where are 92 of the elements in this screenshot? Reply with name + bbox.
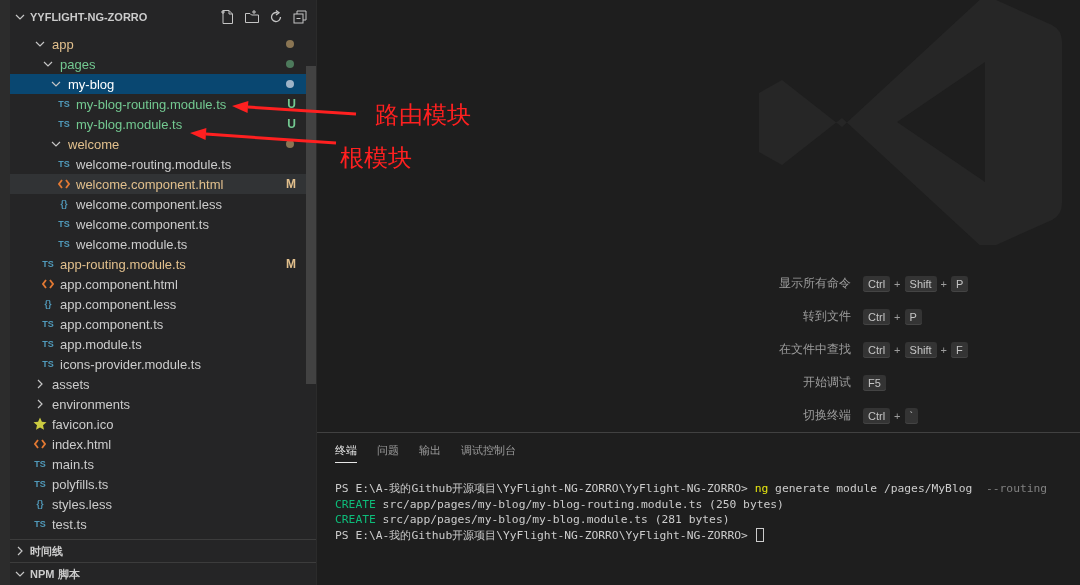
code-brackets-icon <box>42 279 54 289</box>
code-brackets-icon <box>34 439 46 449</box>
section-header[interactable]: 时间线 <box>10 539 316 562</box>
star-icon <box>33 417 47 431</box>
keyboard-key: Ctrl <box>863 308 891 325</box>
annotation-label: 根模块 <box>340 143 412 173</box>
git-status-label: U <box>287 97 296 111</box>
file-item[interactable]: TS main.ts <box>10 454 306 474</box>
new-folder-icon[interactable] <box>244 9 260 25</box>
file-item[interactable]: TS app-routing.module.ts M <box>10 254 306 274</box>
typescript-file-icon: TS <box>42 259 54 269</box>
new-file-icon[interactable] <box>220 9 236 25</box>
braces-file-icon: {} <box>44 299 52 309</box>
braces-file-icon: {} <box>60 199 68 209</box>
keyboard-key: F <box>951 341 968 358</box>
file-item[interactable]: TS test.ts <box>10 514 306 534</box>
file-item[interactable]: TS welcome.component.ts <box>10 214 306 234</box>
file-item[interactable]: {} app.component.less <box>10 294 306 314</box>
braces-file-icon: {} <box>36 499 44 509</box>
typescript-file-icon: TS <box>58 159 70 169</box>
file-item[interactable]: {} styles.less <box>10 494 306 514</box>
folder-item[interactable]: app <box>10 34 306 54</box>
file-item[interactable]: app.component.html <box>10 274 306 294</box>
panel-tab[interactable]: 终端 <box>335 439 357 463</box>
keyboard-key: Ctrl <box>863 275 891 292</box>
typescript-file-icon: TS <box>58 219 70 229</box>
folder-item[interactable]: welcome <box>10 134 306 154</box>
typescript-file-icon: TS <box>42 339 54 349</box>
typescript-file-icon: TS <box>34 519 46 529</box>
typescript-file-icon: TS <box>34 459 46 469</box>
shortcut-label: 在文件中查找 <box>778 341 851 358</box>
refresh-icon[interactable] <box>268 9 284 25</box>
annotation-label: 路由模块 <box>375 100 471 130</box>
file-item[interactable]: TS my-blog-routing.module.ts U <box>10 94 306 114</box>
keyboard-key: F5 <box>863 374 886 391</box>
git-status-label: U <box>287 117 296 131</box>
file-item[interactable]: {} welcome.component.less <box>10 194 306 214</box>
folder-item[interactable]: environments <box>10 394 306 414</box>
file-item[interactable]: favicon.ico <box>10 414 306 434</box>
file-item[interactable]: index.html <box>10 434 306 454</box>
file-item[interactable]: welcome.component.html M <box>10 174 306 194</box>
terminal-line: PS E:\A-我的Github开源项目\YyFlight-NG-ZORRO\YyFlight-NG-ZORRO> ng generate module /pages/MyBlog --routing <box>335 481 1049 497</box>
folder-item[interactable]: pages <box>10 54 306 74</box>
file-item[interactable]: TS app.component.ts <box>10 314 306 334</box>
git-status-dot <box>286 40 294 48</box>
git-status-dot <box>286 60 294 68</box>
git-status-label: M <box>286 177 296 191</box>
file-item[interactable]: TS app.module.ts <box>10 334 306 354</box>
plus-sign: + <box>894 343 901 356</box>
terminal-line: CREATE src/app/pages/my-blog/my-blog-routing.module.ts (250 bytes) <box>335 496 785 512</box>
plus-sign: + <box>894 277 901 290</box>
file-item[interactable]: TS polyfills.ts <box>10 474 306 494</box>
typescript-file-icon: TS <box>58 99 70 109</box>
plus-sign: + <box>940 343 947 356</box>
keyboard-key: Ctrl <box>863 341 891 358</box>
git-status-label: M <box>286 257 296 271</box>
panel-tab[interactable]: 输出 <box>419 439 441 463</box>
file-item[interactable]: TS my-blog.module.ts U <box>10 114 306 134</box>
shortcut-label: 切换终端 <box>802 407 851 424</box>
keyboard-key: Ctrl <box>863 407 891 424</box>
keyboard-key: P <box>951 275 969 292</box>
file-item[interactable]: TS welcome-routing.module.ts <box>10 154 306 174</box>
plus-sign: + <box>940 277 947 290</box>
shortcut-label: 显示所有命令 <box>778 275 851 292</box>
explorer-title: YYFLIGHT-NG-ZORRO <box>30 11 149 23</box>
keyboard-key: P <box>904 308 922 325</box>
typescript-file-icon: TS <box>42 319 54 329</box>
shortcut-label: 开始调试 <box>802 374 851 391</box>
terminal-line: CREATE src/app/pages/my-blog/my-blog.module.ts (281 bytes) <box>335 512 731 528</box>
section-header[interactable]: NPM 脚本 <box>10 562 316 585</box>
terminal-line: PS E:\A-我的Github开源项目\YyFlight-NG-ZORRO\YyFlight-NG-ZORRO> <box>335 527 1080 543</box>
typescript-file-icon: TS <box>58 239 70 249</box>
panel-tab[interactable]: 调试控制台 <box>461 439 516 463</box>
keyboard-key: Shift <box>904 341 937 358</box>
collapse-all-icon[interactable] <box>292 9 308 25</box>
file-item[interactable]: TS icons-provider.module.ts <box>10 354 306 374</box>
typescript-file-icon: TS <box>58 119 70 129</box>
git-status-dot <box>286 140 294 148</box>
folder-item[interactable]: my-blog <box>10 74 306 94</box>
scrollbar-thumb[interactable] <box>306 66 316 384</box>
panel-tab[interactable]: 问题 <box>377 439 399 463</box>
file-item[interactable]: TS welcome.module.ts <box>10 234 306 254</box>
git-status-dot <box>286 80 294 88</box>
code-brackets-icon <box>58 179 70 189</box>
typescript-file-icon: TS <box>42 359 54 369</box>
keyboard-key: Shift <box>904 275 937 292</box>
plus-sign: + <box>894 310 901 323</box>
plus-sign: + <box>894 409 901 422</box>
typescript-file-icon: TS <box>34 479 46 489</box>
shortcut-label: 转到文件 <box>802 308 851 325</box>
keyboard-key: ` <box>904 407 919 424</box>
folder-item[interactable]: assets <box>10 374 306 394</box>
